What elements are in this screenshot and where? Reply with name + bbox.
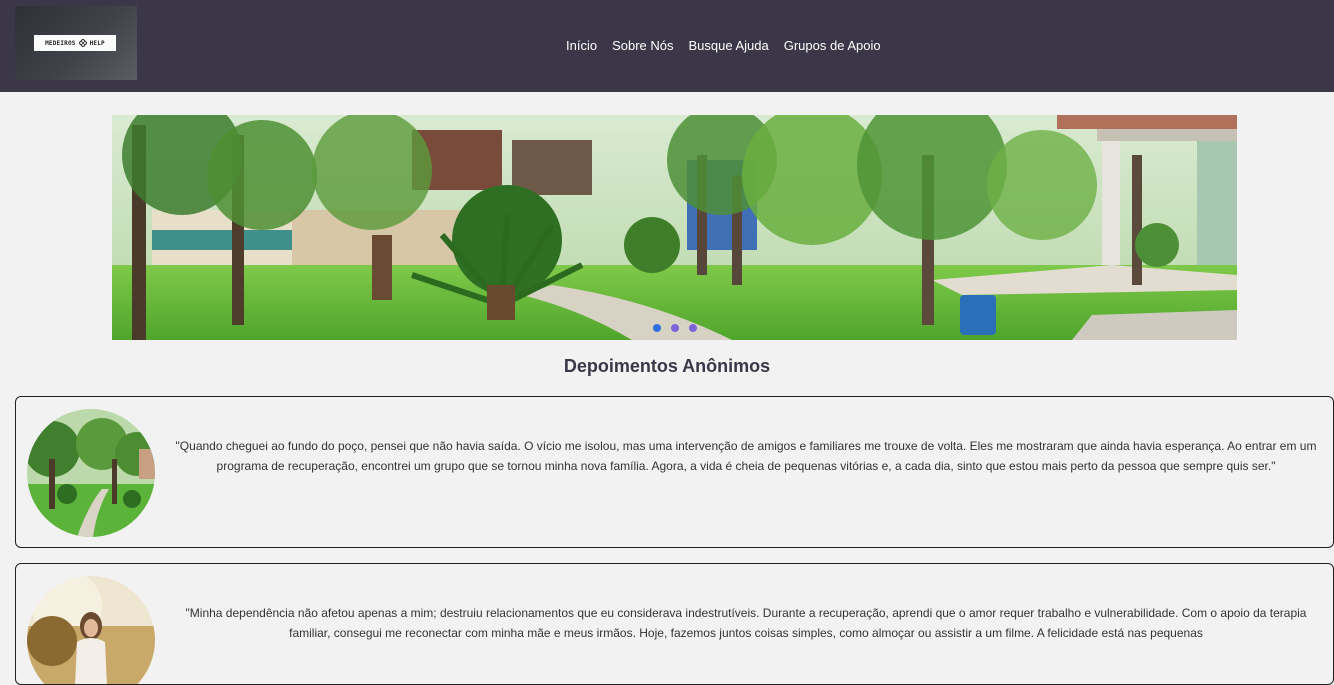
testimonial-card: "Minha dependência não afetou apenas a m… bbox=[15, 563, 1334, 685]
carousel-dot-3[interactable] bbox=[688, 324, 697, 332]
nav-item-grupos-de-apoio[interactable]: Grupos de Apoio bbox=[784, 38, 881, 53]
main-nav: Início Sobre Nós Busque Ajuda Grupos de … bbox=[566, 38, 881, 53]
testimonials-title: Depoimentos Anônimos bbox=[563, 356, 771, 376]
carousel-dot-2[interactable] bbox=[670, 324, 679, 332]
testimonial-quote: "Minha dependência não afetou apenas a m… bbox=[185, 606, 1307, 640]
nav-item-inicio[interactable]: Início bbox=[566, 38, 597, 53]
garden-photo bbox=[112, 115, 1237, 340]
carousel-indicators bbox=[112, 324, 1237, 332]
carousel-dot-1[interactable] bbox=[652, 324, 661, 332]
site-logo[interactable]: MEDEIROS HELP bbox=[15, 6, 137, 80]
logo-text-right: HELP bbox=[89, 39, 105, 47]
top-header: MEDEIROS HELP Início Sobre Nós Busque Aj… bbox=[0, 0, 1334, 92]
hero-carousel[interactable] bbox=[112, 115, 1237, 340]
nav-item-busque-ajuda[interactable]: Busque Ajuda bbox=[689, 38, 769, 53]
testimonial-photo-garden bbox=[27, 409, 155, 537]
logo-text-left: MEDEIROS bbox=[45, 39, 76, 47]
logo-plate: MEDEIROS HELP bbox=[34, 35, 116, 51]
testimonial-card: "Quando cheguei ao fundo do poço, pensei… bbox=[15, 396, 1334, 548]
testimonial-quote: "Quando cheguei ao fundo do poço, pensei… bbox=[175, 439, 1317, 473]
diamond-lattice-icon bbox=[78, 39, 87, 47]
testimonial-photo-woman bbox=[27, 576, 155, 684]
nav-item-sobre-nos[interactable]: Sobre Nós bbox=[612, 38, 673, 53]
